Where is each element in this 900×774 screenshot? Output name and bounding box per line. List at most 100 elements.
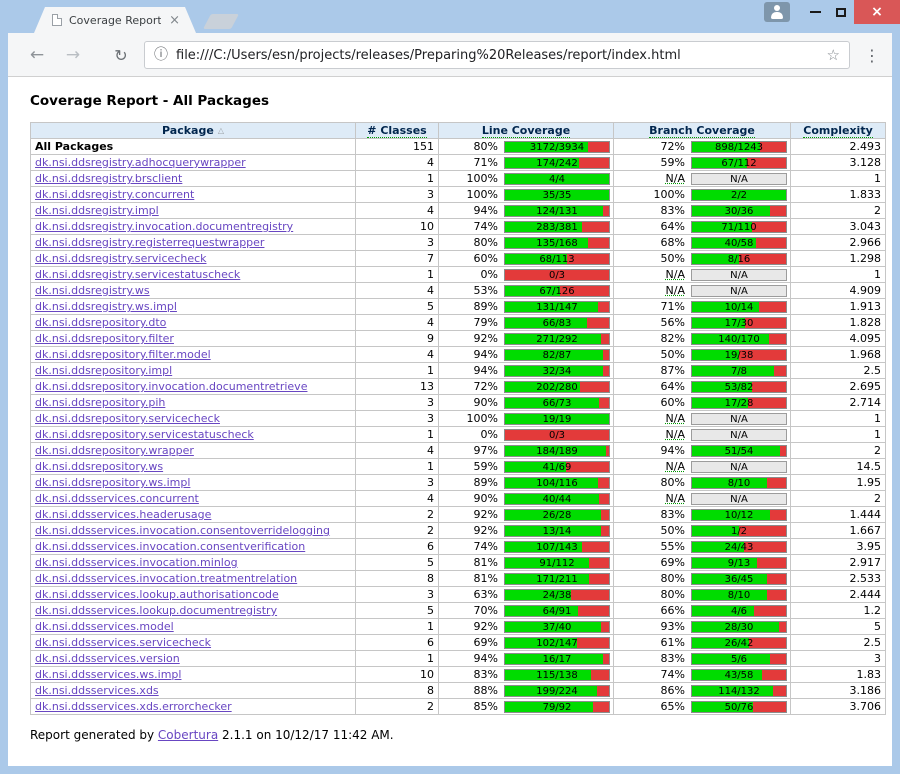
line-coverage-percent: 97% <box>442 444 498 457</box>
package-link[interactable]: dk.nsi.ddsservices.model <box>35 620 174 633</box>
package-link[interactable]: dk.nsi.ddsservices.invocation.consentver… <box>35 540 305 553</box>
branch-coverage-bar: 9/13 <box>691 557 787 569</box>
classes-count: 4 <box>356 443 439 459</box>
column-header-branch-coverage[interactable]: Branch Coverage <box>614 123 791 139</box>
browser-menu-button[interactable]: ⋮ <box>864 33 880 77</box>
package-link[interactable]: dk.nsi.ddsservices.invocation.minlog <box>35 556 238 569</box>
package-link[interactable]: dk.nsi.ddsrepository.wrapper <box>35 444 194 457</box>
branch-coverage-percent: 93% <box>629 620 685 633</box>
line-coverage-bar: 202/280 <box>504 381 610 393</box>
complexity-value: 1 <box>791 267 886 283</box>
table-row: dk.nsi.ddsregistry.servicecheck760%68/11… <box>31 251 886 267</box>
branch-coverage-bar: 114/132 <box>691 685 787 697</box>
branch-coverage-bar: 5/6 <box>691 653 787 665</box>
package-link[interactable]: dk.nsi.ddsrepository.servicestatuscheck <box>35 428 254 441</box>
package-link[interactable]: dk.nsi.ddsregistry.registerrequestwrappe… <box>35 236 264 249</box>
package-link[interactable]: dk.nsi.ddsrepository.invocation.document… <box>35 380 307 393</box>
complexity-value: 1.2 <box>791 603 886 619</box>
complexity-value: 2 <box>791 491 886 507</box>
package-link[interactable]: dk.nsi.ddsregistry.impl <box>35 204 159 217</box>
report-footer: Report generated by Cobertura 2.1.1 on 1… <box>30 728 870 742</box>
complexity-value: 2.714 <box>791 395 886 411</box>
package-link[interactable]: dk.nsi.ddsregistry.ws <box>35 284 150 297</box>
classes-count: 9 <box>356 331 439 347</box>
package-link[interactable]: dk.nsi.ddsregistry.adhocquerywrapper <box>35 156 246 169</box>
classes-count: 1 <box>356 363 439 379</box>
branch-coverage-percent: N/A <box>629 268 685 281</box>
page-title: Coverage Report - All Packages <box>30 93 870 109</box>
minimize-button[interactable] <box>802 1 828 23</box>
package-link[interactable]: dk.nsi.ddsservices.lookup.authorisationc… <box>35 588 279 601</box>
classes-count: 5 <box>356 555 439 571</box>
table-row: dk.nsi.ddsregistry.ws453%67/126N/AN/A4.9… <box>31 283 886 299</box>
column-header-line-coverage[interactable]: Line Coverage <box>439 123 614 139</box>
back-button[interactable]: ← <box>24 33 50 77</box>
table-row: dk.nsi.ddsregistry.registerrequestwrappe… <box>31 235 886 251</box>
browser-tab[interactable]: Coverage Report × <box>34 7 196 33</box>
line-coverage-percent: 90% <box>442 492 498 505</box>
package-link[interactable]: dk.nsi.ddsregistry.servicestatuscheck <box>35 268 240 281</box>
line-coverage-percent: 70% <box>442 604 498 617</box>
package-link[interactable]: dk.nsi.ddsregistry.servicecheck <box>35 252 207 265</box>
table-row: dk.nsi.ddsrepository.filter.model494%82/… <box>31 347 886 363</box>
complexity-value: 1.298 <box>791 251 886 267</box>
line-coverage-bar: 91/112 <box>504 557 610 569</box>
package-link[interactable]: dk.nsi.ddsservices.invocation.consentove… <box>35 524 330 537</box>
package-link[interactable]: dk.nsi.ddsrepository.pih <box>35 396 165 409</box>
table-row: dk.nsi.ddsservices.invocation.consentver… <box>31 539 886 555</box>
line-coverage-percent: 69% <box>442 636 498 649</box>
cobertura-link[interactable]: Cobertura <box>158 728 218 742</box>
package-link[interactable]: dk.nsi.ddsservices.lookup.documentregist… <box>35 604 277 617</box>
package-link[interactable]: dk.nsi.ddsrepository.filter.model <box>35 348 211 361</box>
package-link[interactable]: dk.nsi.ddsrepository.ws <box>35 460 163 473</box>
forward-button[interactable]: → <box>60 33 86 77</box>
complexity-value: 1.968 <box>791 347 886 363</box>
complexity-value: 3.95 <box>791 539 886 555</box>
complexity-value: 2.695 <box>791 379 886 395</box>
package-link[interactable]: dk.nsi.ddsregistry.brsclient <box>35 172 182 185</box>
line-coverage-percent: 92% <box>442 524 498 537</box>
complexity-value: 2.5 <box>791 363 886 379</box>
package-link[interactable]: dk.nsi.ddsservices.invocation.treatmentr… <box>35 572 297 585</box>
branch-coverage-percent: 64% <box>629 220 685 233</box>
package-link[interactable]: dk.nsi.ddsservices.xds.errorchecker <box>35 700 232 713</box>
package-link[interactable]: dk.nsi.ddsrepository.ws.impl <box>35 476 190 489</box>
package-link[interactable]: dk.nsi.ddsregistry.ws.impl <box>35 300 177 313</box>
package-link[interactable]: dk.nsi.ddsrepository.impl <box>35 364 172 377</box>
branch-coverage-bar: 17/28 <box>691 397 787 409</box>
bookmark-star-icon[interactable]: ☆ <box>827 47 840 64</box>
address-bar[interactable]: ⓘ file:///C:/Users/esn/projects/releases… <box>144 41 850 69</box>
line-coverage-percent: 71% <box>442 156 498 169</box>
line-coverage-bar: 104/116 <box>504 477 610 489</box>
tab-close-icon[interactable]: × <box>169 14 180 27</box>
reload-button[interactable]: ↻ <box>108 33 134 77</box>
close-button[interactable]: × <box>854 0 900 24</box>
package-link[interactable]: dk.nsi.ddsrepository.dto <box>35 316 166 329</box>
package-link[interactable]: dk.nsi.ddsservices.concurrent <box>35 492 199 505</box>
new-tab-button[interactable] <box>203 14 239 29</box>
package-link[interactable]: dk.nsi.ddsrepository.servicecheck <box>35 412 220 425</box>
package-link[interactable]: dk.nsi.ddsservices.xds <box>35 684 159 697</box>
maximize-button[interactable] <box>828 1 854 23</box>
column-header-package[interactable]: Package△ <box>31 123 356 139</box>
profile-button[interactable] <box>764 2 790 22</box>
complexity-value: 1 <box>791 427 886 443</box>
table-row: dk.nsi.ddsregistry.ws.impl589%131/14771%… <box>31 299 886 315</box>
column-header-classes[interactable]: # Classes <box>356 123 439 139</box>
line-coverage-bar: 271/292 <box>504 333 610 345</box>
line-coverage-bar: 102/147 <box>504 637 610 649</box>
line-coverage-bar: 0/3 <box>504 269 610 281</box>
package-link[interactable]: dk.nsi.ddsregistry.invocation.documentre… <box>35 220 293 233</box>
line-coverage-bar: 66/73 <box>504 397 610 409</box>
package-link[interactable]: dk.nsi.ddsregistry.concurrent <box>35 188 194 201</box>
column-header-complexity[interactable]: Complexity <box>791 123 886 139</box>
package-link[interactable]: dk.nsi.ddsrepository.filter <box>35 332 174 345</box>
package-link[interactable]: dk.nsi.ddsservices.ws.impl <box>35 668 181 681</box>
package-link[interactable]: dk.nsi.ddsservices.headerusage <box>35 508 211 521</box>
package-link[interactable]: dk.nsi.ddsservices.servicecheck <box>35 636 211 649</box>
package-link[interactable]: dk.nsi.ddsservices.version <box>35 652 180 665</box>
complexity-value: 4.909 <box>791 283 886 299</box>
page-info-icon[interactable]: ⓘ <box>154 47 168 64</box>
branch-coverage-bar: 8/10 <box>691 589 787 601</box>
classes-count: 2 <box>356 523 439 539</box>
